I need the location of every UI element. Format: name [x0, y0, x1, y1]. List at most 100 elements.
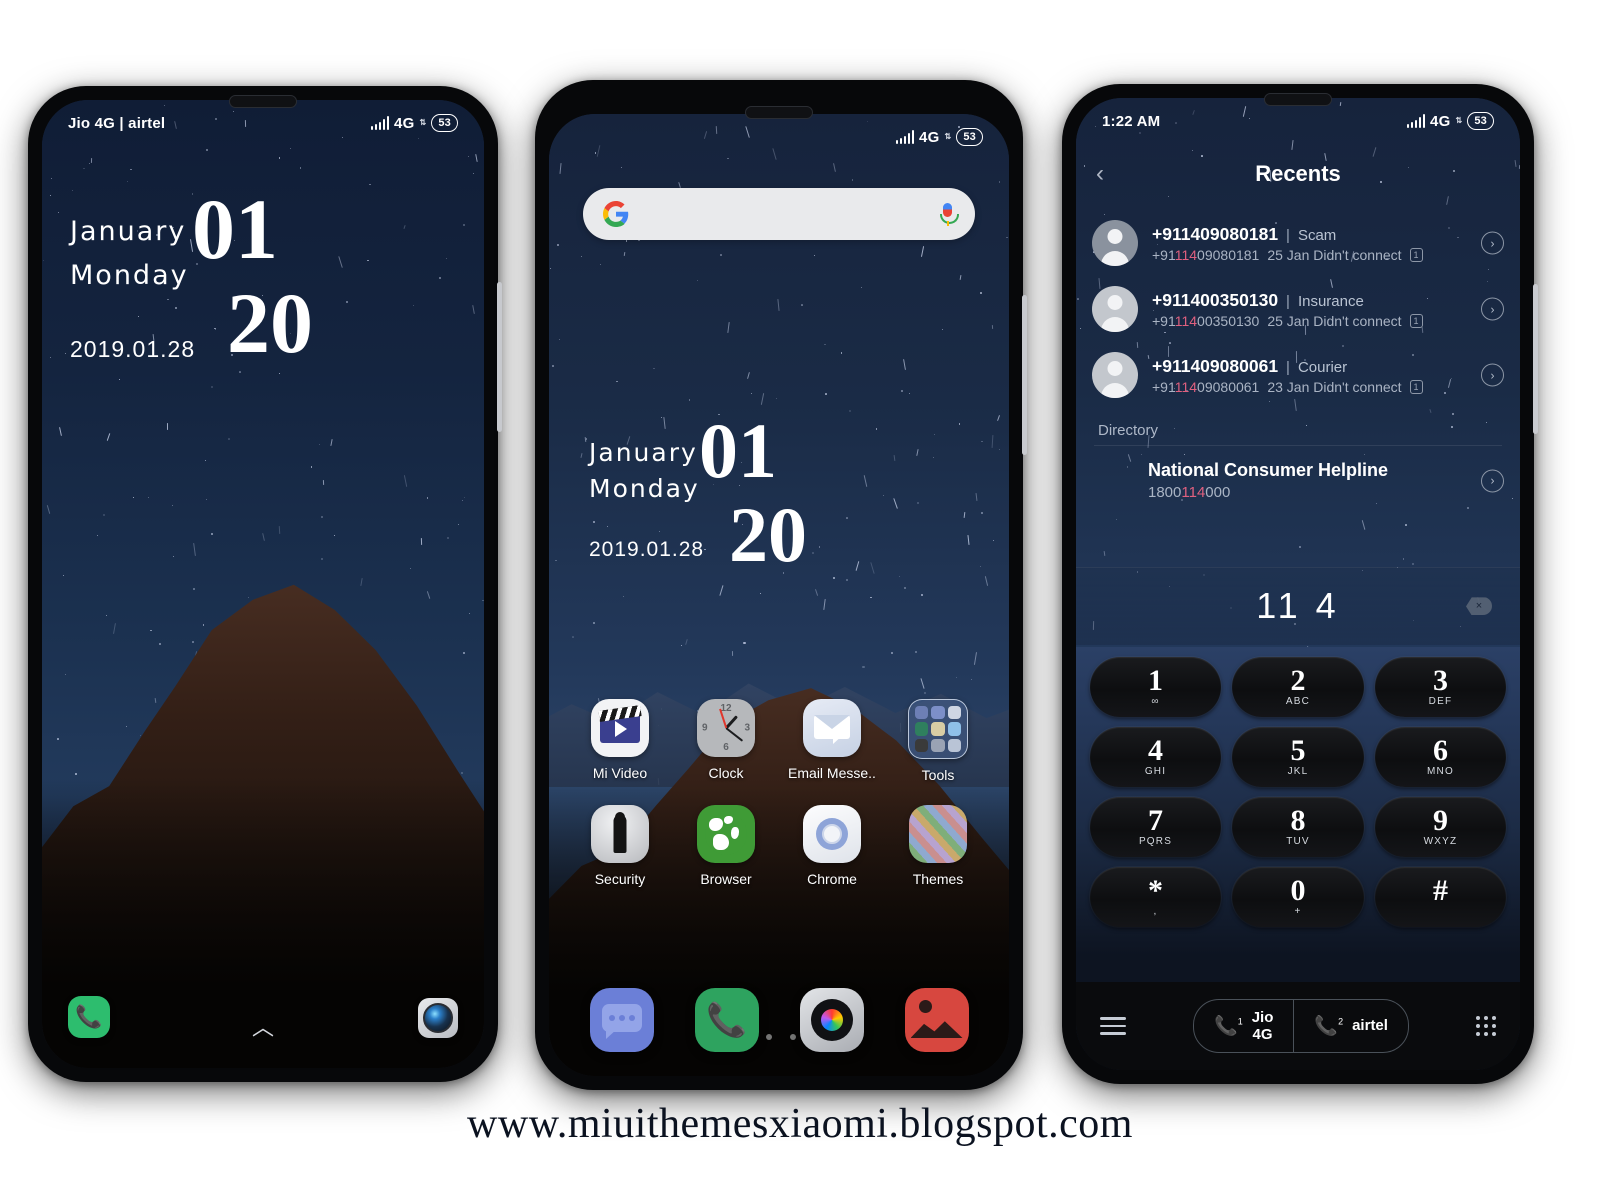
app-security[interactable]: Security	[574, 805, 666, 887]
homescreen-clock-widget: January Monday 2019.01.28 01 20	[549, 407, 1009, 624]
hamburger-menu-icon[interactable]	[1100, 1017, 1126, 1035]
app-mi-video[interactable]: Mi Video	[574, 699, 666, 783]
chevron-left-icon[interactable]: ‹	[1096, 160, 1104, 188]
call-sim1-button[interactable]: 📞1 Jio 4G	[1194, 1000, 1293, 1052]
phone-icon: 📞2	[1314, 1016, 1344, 1037]
app-chrome[interactable]: Chrome	[786, 805, 878, 887]
entered-number: 11 4	[1256, 585, 1340, 627]
browser-icon	[697, 805, 755, 863]
separator: |	[1286, 358, 1290, 376]
key-digit: 7	[1148, 803, 1164, 837]
sim-call-bar: 📞1 Jio 4G 📞2 airtel	[1193, 999, 1409, 1053]
directory-label: Directory	[1098, 422, 1159, 439]
clock-label: 1:22 AM	[1102, 112, 1161, 130]
key-digit: #	[1432, 873, 1448, 907]
key-letters: ABC	[1285, 696, 1311, 708]
dialer-navbar: 📞1 Jio 4G 📞2 airtel	[1076, 982, 1520, 1070]
key-1[interactable]: 1 ∞	[1090, 657, 1222, 718]
key-9[interactable]: 9 WXYZ	[1374, 797, 1506, 858]
security-icon	[591, 805, 649, 863]
unlock-chevron-icon[interactable]: ︿	[252, 1010, 274, 1042]
backspace-icon[interactable]: ×	[1466, 597, 1492, 616]
google-g-icon	[603, 201, 629, 227]
mi-video-icon	[591, 699, 649, 757]
key-6[interactable]: 6 MNO	[1374, 727, 1506, 788]
clock-icon: 12 3 69	[697, 699, 755, 757]
dialer-screen: 1:22 AM 4G ⇅ 53 ‹ Recents +911409080181 …	[1076, 98, 1520, 1070]
power-button[interactable]	[1533, 284, 1538, 434]
email-icon	[803, 699, 861, 757]
call-number: +911409080181	[1152, 223, 1279, 244]
power-button[interactable]	[497, 282, 502, 432]
lockscreen-screen: Jio 4G | airtel 4G ⇅ 53 January Monday 2…	[42, 100, 484, 1068]
camera-icon[interactable]	[799, 988, 864, 1052]
messages-icon[interactable]	[589, 988, 654, 1052]
gallery-icon[interactable]	[904, 988, 969, 1052]
keypad-row: 7 PQRS 8 TUV 9 WXYZ	[1090, 797, 1506, 858]
app-browser[interactable]: Browser	[680, 805, 772, 887]
key-7[interactable]: 7 PQRS	[1090, 797, 1222, 858]
directory-row[interactable]: National Consumer Helpline 1800114000 ›	[1076, 446, 1520, 515]
microphone-icon[interactable]	[940, 201, 959, 227]
earpiece-notch	[745, 106, 813, 119]
app-email-messenger[interactable]: Email Messe..	[786, 699, 878, 783]
key-letters: WXYZ	[1423, 836, 1458, 848]
app-row-2: Security Browser Chrome Themes	[567, 805, 991, 887]
homescreen-weekday: Monday	[589, 474, 700, 503]
phone-lockscreen-device: Jio 4G | airtel 4G ⇅ 53 January Monday 2…	[28, 86, 502, 1082]
key-hash[interactable]: #	[1374, 867, 1506, 928]
dial-display[interactable]: 11 4 ×	[1076, 566, 1520, 646]
call-sim2-button[interactable]: 📞2 airtel	[1293, 1000, 1408, 1052]
key-star[interactable]: * ,	[1090, 867, 1222, 928]
network-type-label: 4G	[919, 128, 940, 146]
phone-homescreen-device: 4G ⇅ 53 January Monday 2019.01.28 01 20 …	[535, 80, 1027, 1090]
table-row[interactable]: +911400350130 | Insurance +9111400350130…	[1076, 276, 1520, 342]
sim-badge: 1	[1409, 247, 1423, 262]
key-letters: ,	[1153, 906, 1158, 918]
avatar	[1092, 286, 1138, 332]
homescreen-date: 2019.01.28	[589, 538, 705, 561]
phone-shortcut-icon[interactable]: 📞	[68, 996, 110, 1038]
table-row[interactable]: +911409080061 | Courier +9111409080061 2…	[1076, 342, 1520, 408]
power-button[interactable]	[1022, 295, 1027, 455]
network-type-label: 4G	[1430, 112, 1451, 130]
data-arrows-icon: ⇅	[419, 118, 427, 127]
app-tools-folder[interactable]: Tools	[892, 699, 984, 783]
key-2[interactable]: 2 ABC	[1232, 657, 1364, 718]
app-label: Browser	[700, 871, 752, 887]
call-details-icon[interactable]: ›	[1481, 297, 1504, 321]
sim-badge: 1	[1409, 379, 1423, 394]
keypad-grid-icon[interactable]	[1475, 1016, 1496, 1036]
app-themes[interactable]: Themes	[892, 805, 984, 887]
key-0[interactable]: 0 +	[1232, 867, 1364, 928]
app-label: Themes	[912, 871, 964, 887]
key-3[interactable]: 3 DEF	[1374, 657, 1506, 718]
separator: |	[1286, 226, 1290, 244]
key-letters: MNO	[1427, 766, 1454, 778]
battery-indicator: 53	[1467, 112, 1494, 130]
dialer-header: ‹ Recents	[1076, 150, 1520, 198]
key-5[interactable]: 5 JKL	[1232, 727, 1364, 788]
avatar	[1092, 352, 1138, 398]
screenshot-stage: Jio 4G | airtel 4G ⇅ 53 January Monday 2…	[0, 0, 1600, 1200]
google-search-bar[interactable]	[583, 188, 975, 240]
directory-details-icon[interactable]: ›	[1481, 469, 1504, 492]
phone-icon[interactable]: 📞	[694, 988, 759, 1052]
call-tag: Insurance	[1297, 292, 1364, 310]
call-details-icon[interactable]: ›	[1481, 363, 1504, 387]
key-4[interactable]: 4 GHI	[1090, 727, 1222, 788]
app-grid: Mi Video 12 3 69 Clock Email Messe.. Too…	[567, 699, 991, 909]
homescreen-minute: 20	[729, 491, 807, 578]
homescreen-hour: 01	[699, 407, 777, 494]
signal-bars-icon	[895, 130, 915, 144]
key-letters: GHI	[1144, 766, 1167, 778]
sim1-label: Jio 4G	[1251, 1008, 1274, 1043]
call-number: +911409080061	[1152, 355, 1279, 376]
app-clock[interactable]: 12 3 69 Clock	[680, 699, 772, 783]
battery-indicator: 53	[956, 128, 983, 146]
separator: |	[1286, 292, 1290, 310]
key-8[interactable]: 8 TUV	[1232, 797, 1364, 858]
call-details-icon[interactable]: ›	[1481, 231, 1504, 255]
table-row[interactable]: +911409080181 | Scam +9111409080181 25 J…	[1076, 210, 1520, 276]
camera-shortcut-icon[interactable]	[418, 998, 458, 1038]
